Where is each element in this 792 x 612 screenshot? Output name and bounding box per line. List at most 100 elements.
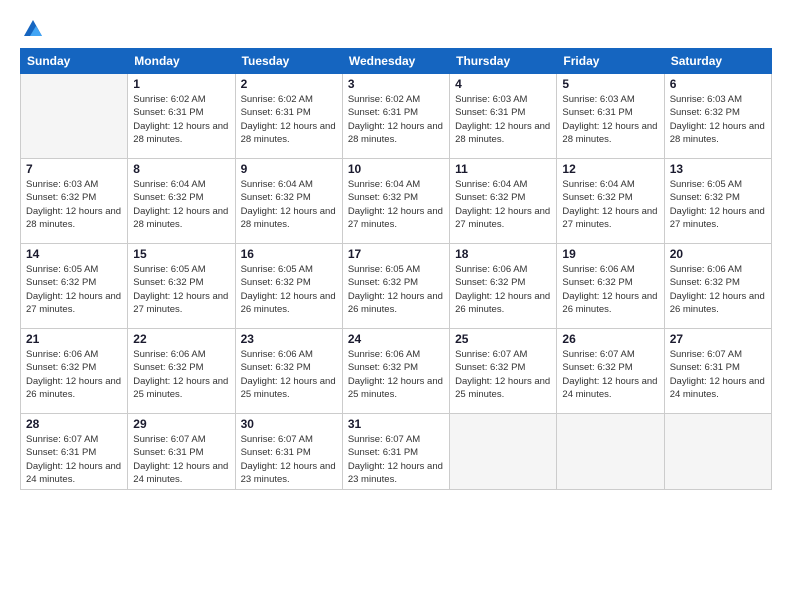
day-number: 7 [26, 162, 122, 176]
week-row-5: 28Sunrise: 6:07 AMSunset: 6:31 PMDayligh… [21, 414, 772, 490]
week-row-3: 14 Sunrise: 6:05 AMSunset: 6:32 PMDayligh… [21, 244, 772, 329]
calendar-cell: 3 Sunrise: 6:02 AMSunset: 6:31 PMDaylight… [342, 74, 449, 159]
calendar-cell: 30 Sunrise: 6:07 AMSunset: 6:31 PMDayligh… [235, 414, 342, 490]
logo [20, 18, 44, 40]
day-info: Sunrise: 6:07 AMSunset: 6:31 PMDaylight:… [670, 348, 766, 401]
logo-icon [22, 18, 44, 40]
day-info: Sunrise: 6:06 AMSunset: 6:32 PMDaylight:… [562, 263, 658, 316]
day-number: 23 [241, 332, 337, 346]
calendar-cell: 25 Sunrise: 6:07 AMSunset: 6:32 PMDayligh… [450, 329, 557, 414]
calendar-cell: 20 Sunrise: 6:06 AMSunset: 6:32 PMDayligh… [664, 244, 771, 329]
calendar-cell: 11Sunrise: 6:04 AMSunset: 6:32 PMDayligh… [450, 159, 557, 244]
weekday-header-sunday: Sunday [21, 49, 128, 74]
day-number: 2 [241, 77, 337, 91]
day-info: Sunrise: 6:02 AMSunset: 6:31 PMDaylight:… [348, 93, 444, 146]
day-number: 30 [241, 417, 337, 431]
calendar-cell: 28Sunrise: 6:07 AMSunset: 6:31 PMDayligh… [21, 414, 128, 490]
calendar-cell: 2 Sunrise: 6:02 AMSunset: 6:31 PMDaylight… [235, 74, 342, 159]
calendar-cell: 24Sunrise: 6:06 AMSunset: 6:32 PMDayligh… [342, 329, 449, 414]
calendar-cell: 1 Sunrise: 6:02 AMSunset: 6:31 PMDaylight… [128, 74, 235, 159]
day-number: 15 [133, 247, 229, 261]
calendar-cell: 7 Sunrise: 6:03 AMSunset: 6:32 PMDaylight… [21, 159, 128, 244]
day-number: 12 [562, 162, 658, 176]
day-info: Sunrise: 6:07 AMSunset: 6:31 PMDaylight:… [348, 433, 444, 486]
day-info: Sunrise: 6:04 AMSunset: 6:32 PMDaylight:… [348, 178, 444, 231]
calendar-cell: 21 Sunrise: 6:06 AMSunset: 6:32 PMDayligh… [21, 329, 128, 414]
day-number: 19 [562, 247, 658, 261]
day-number: 1 [133, 77, 229, 91]
weekday-header-wednesday: Wednesday [342, 49, 449, 74]
calendar-cell: 19 Sunrise: 6:06 AMSunset: 6:32 PMDayligh… [557, 244, 664, 329]
page: SundayMondayTuesdayWednesdayThursdayFrid… [0, 0, 792, 612]
weekday-header-tuesday: Tuesday [235, 49, 342, 74]
calendar-cell: 9 Sunrise: 6:04 AMSunset: 6:32 PMDaylight… [235, 159, 342, 244]
day-info: Sunrise: 6:04 AMSunset: 6:32 PMDaylight:… [241, 178, 337, 231]
day-info: Sunrise: 6:05 AMSunset: 6:32 PMDaylight:… [26, 263, 122, 316]
header [20, 18, 772, 40]
week-row-4: 21 Sunrise: 6:06 AMSunset: 6:32 PMDayligh… [21, 329, 772, 414]
calendar-cell: 4 Sunrise: 6:03 AMSunset: 6:31 PMDaylight… [450, 74, 557, 159]
calendar-cell: 31Sunrise: 6:07 AMSunset: 6:31 PMDayligh… [342, 414, 449, 490]
day-number: 14 [26, 247, 122, 261]
day-info: Sunrise: 6:06 AMSunset: 6:32 PMDaylight:… [348, 348, 444, 401]
day-info: Sunrise: 6:02 AMSunset: 6:31 PMDaylight:… [241, 93, 337, 146]
day-info: Sunrise: 6:03 AMSunset: 6:32 PMDaylight:… [26, 178, 122, 231]
weekday-header-friday: Friday [557, 49, 664, 74]
calendar-cell: 26 Sunrise: 6:07 AMSunset: 6:32 PMDayligh… [557, 329, 664, 414]
day-info: Sunrise: 6:07 AMSunset: 6:31 PMDaylight:… [26, 433, 122, 486]
day-info: Sunrise: 6:07 AMSunset: 6:32 PMDaylight:… [455, 348, 551, 401]
calendar-cell [664, 414, 771, 490]
calendar-cell: 14 Sunrise: 6:05 AMSunset: 6:32 PMDayligh… [21, 244, 128, 329]
calendar-table: SundayMondayTuesdayWednesdayThursdayFrid… [20, 48, 772, 490]
day-info: Sunrise: 6:06 AMSunset: 6:32 PMDaylight:… [670, 263, 766, 316]
calendar-cell: 22Sunrise: 6:06 AMSunset: 6:32 PMDayligh… [128, 329, 235, 414]
day-info: Sunrise: 6:03 AMSunset: 6:31 PMDaylight:… [455, 93, 551, 146]
calendar-cell: 5Sunrise: 6:03 AMSunset: 6:31 PMDaylight… [557, 74, 664, 159]
day-info: Sunrise: 6:04 AMSunset: 6:32 PMDaylight:… [562, 178, 658, 231]
calendar-header-row: SundayMondayTuesdayWednesdayThursdayFrid… [21, 49, 772, 74]
day-info: Sunrise: 6:03 AMSunset: 6:32 PMDaylight:… [670, 93, 766, 146]
calendar-cell: 18Sunrise: 6:06 AMSunset: 6:32 PMDayligh… [450, 244, 557, 329]
day-info: Sunrise: 6:07 AMSunset: 6:31 PMDaylight:… [241, 433, 337, 486]
day-info: Sunrise: 6:07 AMSunset: 6:32 PMDaylight:… [562, 348, 658, 401]
day-number: 21 [26, 332, 122, 346]
day-info: Sunrise: 6:05 AMSunset: 6:32 PMDaylight:… [348, 263, 444, 316]
calendar-cell: 13 Sunrise: 6:05 AMSunset: 6:32 PMDayligh… [664, 159, 771, 244]
day-number: 9 [241, 162, 337, 176]
calendar-cell: 6 Sunrise: 6:03 AMSunset: 6:32 PMDaylight… [664, 74, 771, 159]
day-number: 26 [562, 332, 658, 346]
week-row-2: 7 Sunrise: 6:03 AMSunset: 6:32 PMDaylight… [21, 159, 772, 244]
weekday-header-thursday: Thursday [450, 49, 557, 74]
calendar-cell: 8Sunrise: 6:04 AMSunset: 6:32 PMDaylight… [128, 159, 235, 244]
day-number: 29 [133, 417, 229, 431]
day-info: Sunrise: 6:06 AMSunset: 6:32 PMDaylight:… [26, 348, 122, 401]
day-info: Sunrise: 6:05 AMSunset: 6:32 PMDaylight:… [133, 263, 229, 316]
day-number: 11 [455, 162, 551, 176]
day-number: 27 [670, 332, 766, 346]
day-number: 8 [133, 162, 229, 176]
weekday-header-saturday: Saturday [664, 49, 771, 74]
day-number: 4 [455, 77, 551, 91]
day-info: Sunrise: 6:02 AMSunset: 6:31 PMDaylight:… [133, 93, 229, 146]
day-info: Sunrise: 6:07 AMSunset: 6:31 PMDaylight:… [133, 433, 229, 486]
calendar-cell [557, 414, 664, 490]
calendar-cell: 29 Sunrise: 6:07 AMSunset: 6:31 PMDayligh… [128, 414, 235, 490]
day-number: 20 [670, 247, 766, 261]
day-info: Sunrise: 6:03 AMSunset: 6:31 PMDaylight:… [562, 93, 658, 146]
calendar-cell [21, 74, 128, 159]
day-info: Sunrise: 6:05 AMSunset: 6:32 PMDaylight:… [670, 178, 766, 231]
calendar-cell [450, 414, 557, 490]
weekday-header-monday: Monday [128, 49, 235, 74]
day-info: Sunrise: 6:06 AMSunset: 6:32 PMDaylight:… [455, 263, 551, 316]
day-number: 6 [670, 77, 766, 91]
day-number: 3 [348, 77, 444, 91]
day-info: Sunrise: 6:06 AMSunset: 6:32 PMDaylight:… [241, 348, 337, 401]
day-number: 22 [133, 332, 229, 346]
calendar-cell: 15 Sunrise: 6:05 AMSunset: 6:32 PMDayligh… [128, 244, 235, 329]
day-number: 25 [455, 332, 551, 346]
calendar-cell: 27 Sunrise: 6:07 AMSunset: 6:31 PMDayligh… [664, 329, 771, 414]
day-number: 10 [348, 162, 444, 176]
day-number: 13 [670, 162, 766, 176]
week-row-1: 1 Sunrise: 6:02 AMSunset: 6:31 PMDaylight… [21, 74, 772, 159]
day-number: 16 [241, 247, 337, 261]
